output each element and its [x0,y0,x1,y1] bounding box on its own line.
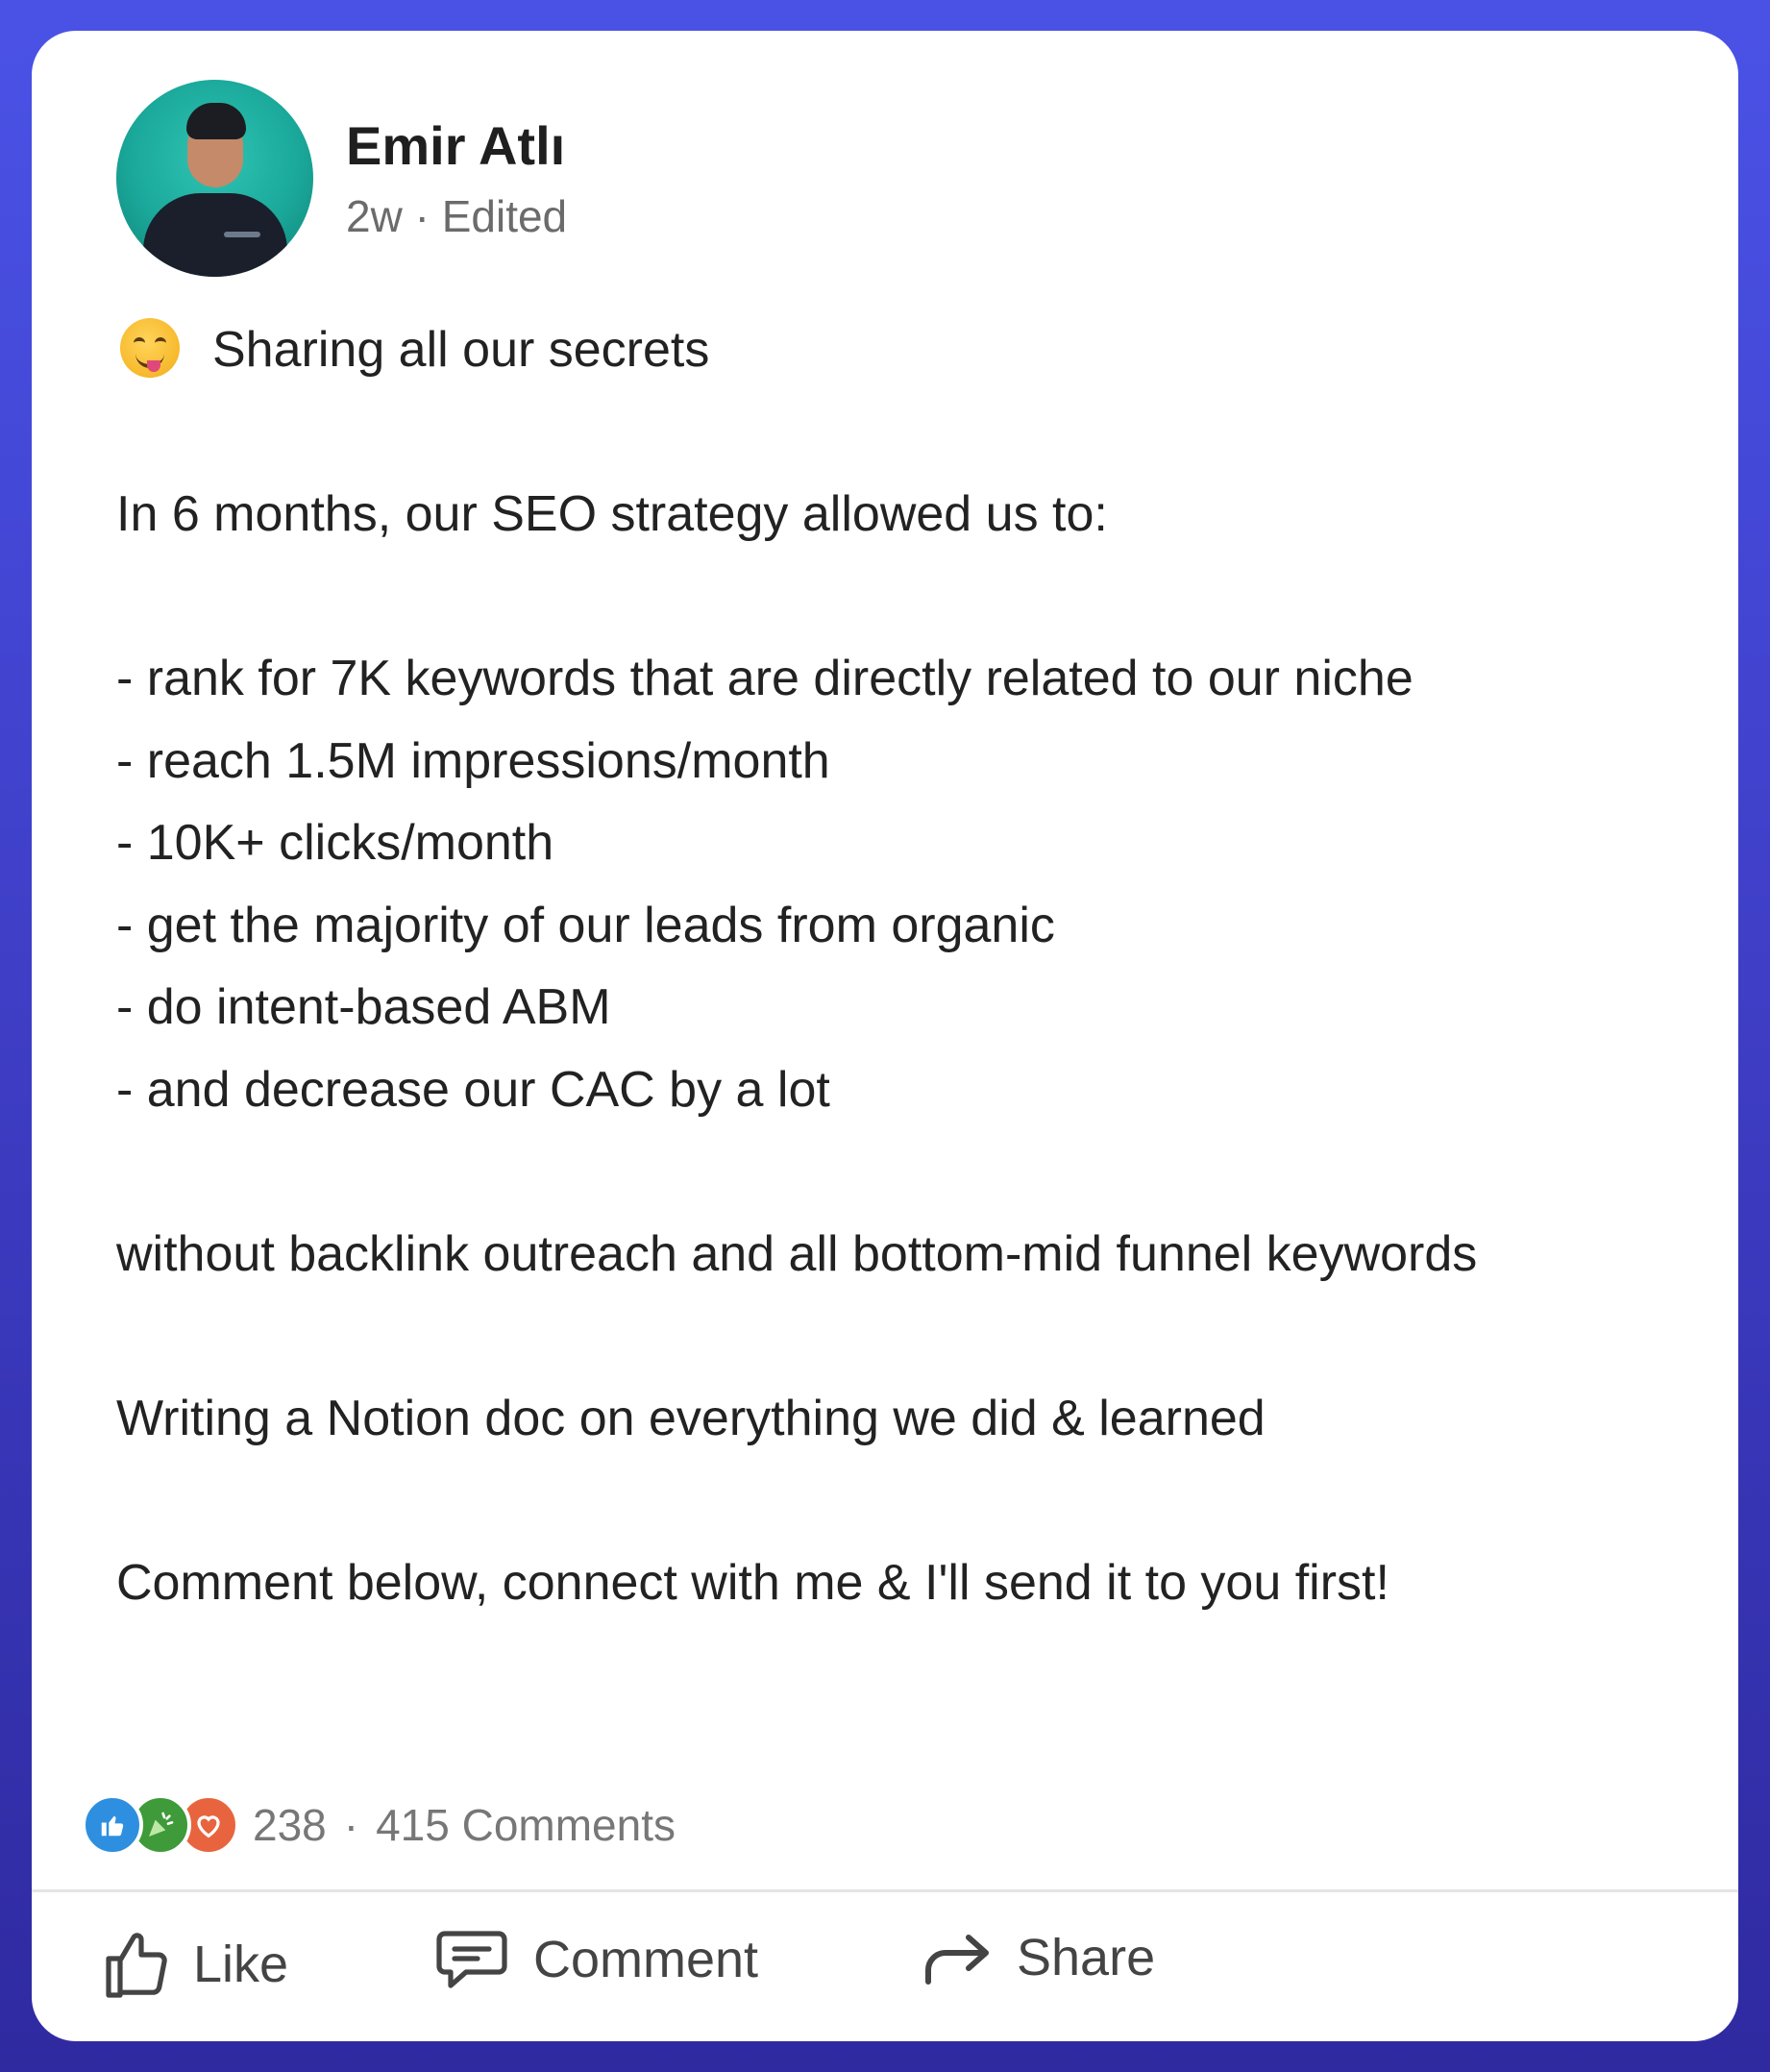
post-line: Writing a Notion doc on everything we di… [116,1390,1266,1446]
avatar[interactable] [116,79,313,277]
post-line: - reach 1.5M impressions/month [116,732,830,789]
like-button[interactable]: Like [101,1928,288,2001]
comment-label: Comment [533,1931,759,1988]
comment-icon [436,1931,507,1988]
post-header: Emir Atlı 2w · Edited [116,77,567,279]
post-line: - rank for 7K keywords that are directly… [116,651,1414,706]
yum-emoji-icon [120,318,180,379]
thumbs-up-icon [106,1933,167,1998]
share-arrow-icon [925,1935,989,1985]
action-bar: Like Comment Share [32,1905,1738,2030]
like-reaction-icon [82,1794,143,1856]
post-line: - do intent-based ABM [116,979,611,1035]
post-line: Comment below, connect with me & I'll se… [116,1554,1389,1611]
share-button[interactable]: Share [921,1928,1155,1987]
post-line: In 6 months, our SEO strategy allowed us… [116,486,1108,542]
post-line: - get the majority of our leads from org… [116,897,1055,953]
meta-separator: · [414,191,430,241]
author-name[interactable]: Emir Atlı [346,112,567,180]
edited-label: Edited [441,191,568,241]
post-subline: 2w · Edited [346,189,567,243]
post-line: - 10K+ clicks/month [116,815,554,871]
post-line: without backlink outreach and all bottom… [116,1225,1478,1282]
like-label: Like [193,1936,289,1993]
post-line: - and decrease our CAC by a lot [116,1061,830,1118]
reactions-bar[interactable]: 238 · 415 Comments [82,1791,676,1859]
post-card: Emir Atlı 2w · Edited Sharing all our se… [32,31,1738,2041]
reaction-count[interactable]: 238 [253,1799,327,1851]
author-meta: Emir Atlı 2w · Edited [346,112,567,243]
comment-button[interactable]: Comment [433,1928,758,1991]
comments-count[interactable]: 415 Comments [376,1799,676,1851]
share-label: Share [1017,1929,1156,1986]
post-line: Sharing all our secrets [116,309,1711,392]
post-body: Sharing all our secrets In 6 months, our… [116,309,1711,1624]
post-timestamp: 2w [346,191,403,241]
engagement-separator: · [343,1800,359,1850]
divider [32,1889,1738,1892]
